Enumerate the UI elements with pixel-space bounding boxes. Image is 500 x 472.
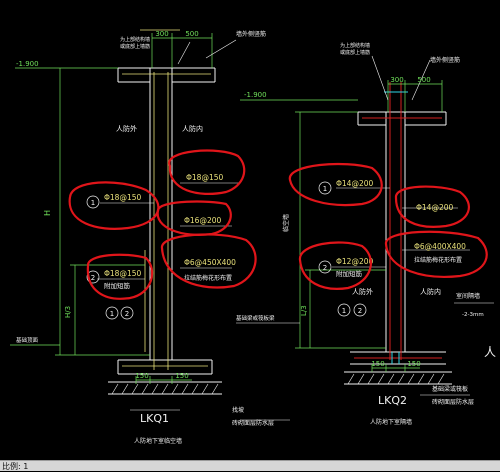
status-bar: 比例: 1 <box>0 460 500 471</box>
right-circle-1-a: 1 <box>323 185 327 193</box>
leaders-right <box>236 55 494 396</box>
right-rebar-right: Φ14@200 <box>416 203 453 212</box>
right-rebar-tie: Φ6@400X400 <box>414 242 466 251</box>
right-dim-300: 300 <box>390 76 403 84</box>
right-detail-label: LKQ2 <box>378 394 407 407</box>
left-circle-1-b: 1 <box>110 310 114 318</box>
left-circle-2-b: 2 <box>125 310 129 318</box>
left-bottom-note-2: 砖砌面层防水层 <box>232 419 274 427</box>
left-circle-1-a: 1 <box>91 199 95 207</box>
left-top-note-1: 为上部结构墙 <box>120 36 150 43</box>
scale-value: 1 <box>23 462 29 471</box>
left-rebar-mid: Φ16@200 <box>184 216 221 225</box>
right-edge-char: 人 <box>484 345 496 359</box>
left-dim-150b: 150 <box>175 372 188 380</box>
left-h3-label: H/3 <box>64 306 72 318</box>
right-dim-500: 500 <box>417 76 430 84</box>
left-rebar-top: Φ18@150 <box>186 173 223 182</box>
left-outer-layer-note: 墙外侧竖筋 <box>236 30 266 38</box>
right-rebar-left: Φ14@200 <box>336 179 373 188</box>
left-side-outer: 人防外 <box>116 124 137 133</box>
right-edge-note-2: -2-3mm <box>462 312 484 318</box>
right-outer-layer-note: 墙外侧竖筋 <box>430 56 460 64</box>
scale-label: 比例: <box>2 462 21 471</box>
right-level: -1.900 <box>244 91 267 99</box>
cad-drawing-canvas[interactable]: 为上部结构墙 或底部上墙筋 墙外侧竖筋 300 500 -1.900 人防外 人… <box>0 0 500 460</box>
cyan-marks-right <box>384 91 408 364</box>
left-rebar-add: Φ18@150 <box>104 269 141 278</box>
left-rebar-left: Φ18@150 <box>104 193 141 202</box>
left-level: -1.900 <box>16 60 39 68</box>
right-circle-1-b: 1 <box>342 307 346 315</box>
left-circle-2-a: 2 <box>91 274 95 282</box>
right-rebar-add: Φ12@200 <box>336 257 373 266</box>
left-top-note-2: 或底部上墙筋 <box>120 43 150 50</box>
right-top-note-2: 或底部上墙筋 <box>340 49 370 56</box>
right-top-note-1: 为上部结构墙 <box>340 42 370 49</box>
right-bottom-note-1: 基础梁或筏板 <box>432 385 468 393</box>
left-dim-500: 500 <box>185 30 198 38</box>
dimensions-right <box>240 80 443 372</box>
left-detail-subtitle: 人防地下室临空墙 <box>134 437 182 445</box>
right-add-note: 附加短筋 <box>336 269 363 278</box>
right-circle-2-a: 2 <box>323 264 327 272</box>
left-h-label: H <box>43 210 52 216</box>
left-rebar-tie: Φ6@450X400 <box>184 258 236 267</box>
right-side-inner: 人防内 <box>420 287 441 296</box>
left-detail-label: LKQ1 <box>140 412 169 425</box>
section-red-right <box>354 82 442 360</box>
left-side-inner: 人防内 <box>182 124 203 133</box>
right-l3-label: L/3 <box>300 305 308 316</box>
right-edge-note-1: 室间隔墙 <box>456 292 480 300</box>
left-slab-note: 基础顶面 <box>16 336 39 344</box>
right-detail-subtitle: 人防地下室隔墙 <box>370 418 412 426</box>
right-tie-note: 拉结筋梅花形布置 <box>414 256 462 264</box>
left-dim-300: 300 <box>155 30 168 38</box>
right-slab-note: 基础梁或筏板梁 <box>236 314 275 322</box>
slab-hatch-right <box>347 373 445 385</box>
left-add-note: 附加短筋 <box>104 281 131 290</box>
right-side-label: 临空墙 <box>282 214 290 232</box>
right-dim-150a: 150 <box>371 360 384 368</box>
detail-lkq2: 为上部结构墙 或底部上墙筋 墙外侧竖筋 300 500 -1.900 临空墙 L… <box>236 42 496 426</box>
left-bottom-note-1: 找坡 <box>232 406 244 414</box>
right-dim-150b: 150 <box>407 360 420 368</box>
wall-outline-left <box>108 67 222 395</box>
left-tie-note: 拉结筋梅花形布置 <box>184 274 232 282</box>
right-side-outer: 人防外 <box>352 287 373 296</box>
right-circle-2-b: 2 <box>358 307 362 315</box>
slab-hatch-left <box>111 383 219 395</box>
left-dim-150a: 150 <box>135 372 148 380</box>
dimensions-left <box>10 33 213 384</box>
right-bottom-note-2: 砖砌面层防水层 <box>432 398 474 406</box>
